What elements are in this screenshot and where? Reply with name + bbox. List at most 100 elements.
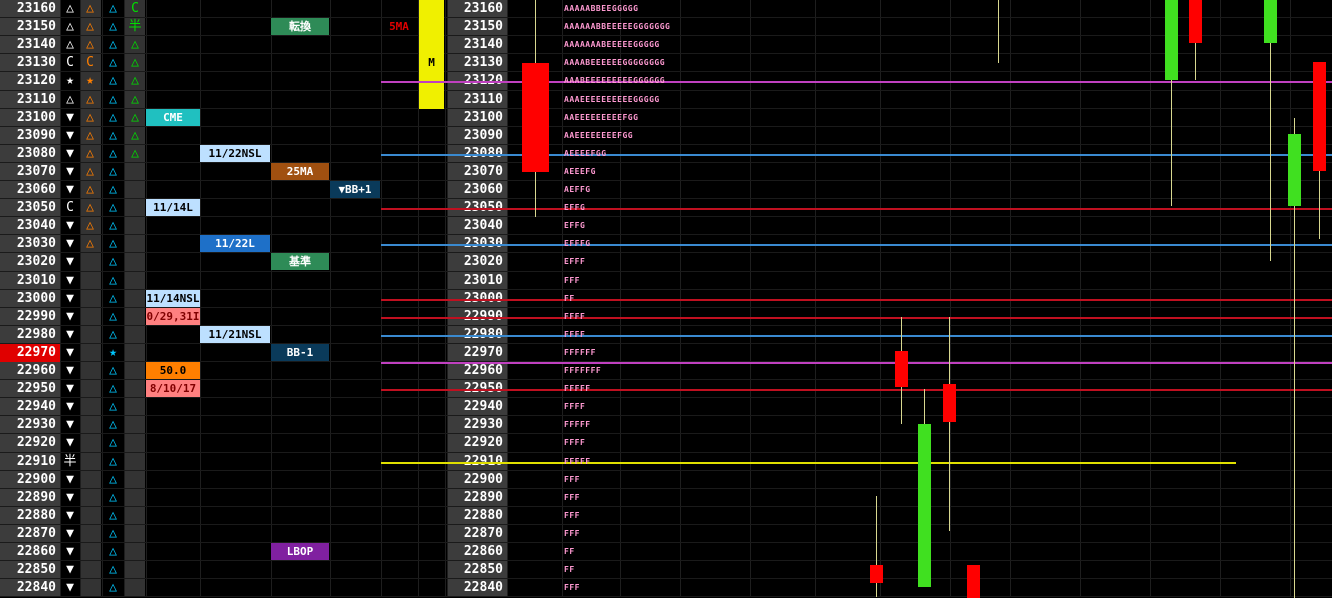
grid-row-separator: [0, 252, 1332, 253]
price-level-left[interactable]: 23020: [0, 253, 60, 271]
price-level-left[interactable]: 23010: [0, 272, 60, 290]
label-11-22nsl[interactable]: 11/22NSL: [200, 145, 270, 162]
label-25ma[interactable]: 25MA: [271, 163, 329, 180]
price-level-left[interactable]: 22840: [0, 579, 60, 597]
price-level-right[interactable]: 23060: [447, 181, 507, 199]
triangle-up-icon: △: [109, 200, 117, 215]
label-11-14l[interactable]: 11/14L: [146, 199, 200, 216]
price-level-left[interactable]: 23160: [0, 0, 60, 18]
price-level-left[interactable]: 23050: [0, 199, 60, 217]
price-level-left[interactable]: 22890: [0, 489, 60, 507]
label-kijun[interactable]: 基準: [271, 253, 329, 270]
triangle-up-icon: △: [131, 110, 139, 125]
label-bb-minus1[interactable]: BB-1: [271, 344, 329, 361]
price-level-right[interactable]: 22940: [447, 398, 507, 416]
current-price-marker[interactable]: 22970: [0, 344, 60, 362]
triangle-up-icon: △: [131, 146, 139, 161]
label-cme[interactable]: CME: [146, 109, 200, 126]
grid-row-separator: [0, 488, 1332, 489]
price-level-left[interactable]: 22960: [0, 362, 60, 380]
price-level-right[interactable]: 22900: [447, 471, 507, 489]
label-11-14nsl[interactable]: 11/14NSL: [146, 290, 200, 307]
price-level-right[interactable]: 23100: [447, 109, 507, 127]
price-level-left[interactable]: 22910: [0, 453, 60, 471]
price-level-left[interactable]: 22940: [0, 398, 60, 416]
label-11-22l[interactable]: 11/22L: [200, 235, 270, 252]
price-level-left[interactable]: 23130: [0, 54, 60, 72]
price-level-left[interactable]: 22900: [0, 471, 60, 489]
price-level-left[interactable]: 22880: [0, 507, 60, 525]
triangle-down-icon: ▼: [66, 146, 74, 161]
price-level-right[interactable]: 22880: [447, 507, 507, 525]
triangle-up-icon: △: [109, 562, 117, 577]
grid-row-separator: [0, 542, 1332, 543]
price-level-left[interactable]: 23030: [0, 235, 60, 253]
triangle-up-icon: △: [86, 146, 94, 161]
price-level-right[interactable]: 23040: [447, 217, 507, 235]
price-level-right[interactable]: 23110: [447, 91, 507, 109]
label-kanten[interactable]: 転換: [271, 18, 329, 35]
price-level-right[interactable]: 22850: [447, 561, 507, 579]
price-level-right[interactable]: 22870: [447, 525, 507, 543]
price-level-right[interactable]: 23010: [447, 272, 507, 290]
price-level-left[interactable]: 22930: [0, 416, 60, 434]
price-level-right[interactable]: 22960: [447, 362, 507, 380]
price-level-right[interactable]: 22970: [447, 344, 507, 362]
price-level-right[interactable]: 22890: [447, 489, 507, 507]
grid-row-separator: [0, 90, 1332, 91]
label-m-marker[interactable]: M: [418, 54, 445, 71]
label-lbop[interactable]: LBOP: [271, 543, 329, 560]
price-level-left[interactable]: 22990: [0, 308, 60, 326]
grid-row-separator: [0, 216, 1332, 217]
price-level-right[interactable]: 23140: [447, 36, 507, 54]
price-level-left[interactable]: 23100: [0, 109, 60, 127]
tpo-row: AAABEEEEEEEEEGGGGGG: [564, 76, 666, 85]
triangle-up-icon: △: [109, 472, 117, 487]
grid-row-separator: [0, 578, 1332, 579]
price-level-left[interactable]: 23040: [0, 217, 60, 235]
tpo-row: AAAEEEEEEEEEEGGGGG: [564, 95, 660, 104]
price-level-left[interactable]: 22920: [0, 434, 60, 452]
c-letter-icon: C: [66, 200, 74, 215]
price-level-right[interactable]: 22840: [447, 579, 507, 597]
price-level-left[interactable]: 23000: [0, 290, 60, 308]
price-level-left[interactable]: 22850: [0, 561, 60, 579]
tpo-row: AEEEEFGG: [564, 149, 607, 158]
price-level-right[interactable]: 22920: [447, 434, 507, 452]
triangle-up-icon: △: [86, 19, 94, 34]
price-level-right[interactable]: 22930: [447, 416, 507, 434]
price-level-left[interactable]: 23080: [0, 145, 60, 163]
label-29-31[interactable]: 0/29,31I: [146, 308, 200, 325]
grid-row-separator: [0, 180, 1332, 181]
price-level-left[interactable]: 23060: [0, 181, 60, 199]
price-level-left[interactable]: 23090: [0, 127, 60, 145]
price-level-left[interactable]: 23150: [0, 18, 60, 36]
price-level-left[interactable]: 22870: [0, 525, 60, 543]
star-icon: ★: [109, 345, 117, 360]
price-level-right[interactable]: 23160: [447, 0, 507, 18]
price-level-left[interactable]: 22980: [0, 326, 60, 344]
label-8-10-17[interactable]: 8/10/17: [146, 380, 200, 397]
tpo-row: FFFF: [564, 438, 586, 447]
price-level-left[interactable]: 23070: [0, 163, 60, 181]
price-level-right[interactable]: 23070: [447, 163, 507, 181]
triangle-up-icon: △: [109, 73, 117, 88]
label-11-21nsl[interactable]: 11/21NSL: [200, 326, 270, 343]
price-level-right[interactable]: 22860: [447, 543, 507, 561]
price-level-right[interactable]: 23020: [447, 253, 507, 271]
triangle-up-icon: △: [109, 309, 117, 324]
triangle-up-icon: △: [86, 182, 94, 197]
triangle-up-icon: △: [86, 164, 94, 179]
price-level-right[interactable]: 23090: [447, 127, 507, 145]
triangle-up-icon: △: [131, 128, 139, 143]
price-level-left[interactable]: 23110: [0, 91, 60, 109]
label-5ma[interactable]: 5MA: [381, 18, 417, 35]
price-level-right[interactable]: 23130: [447, 54, 507, 72]
price-level-left[interactable]: 22860: [0, 543, 60, 561]
price-level-left[interactable]: 23120: [0, 72, 60, 90]
price-level-left[interactable]: 23140: [0, 36, 60, 54]
price-level-left[interactable]: 22950: [0, 380, 60, 398]
price-level-right[interactable]: 23150: [447, 18, 507, 36]
label-50[interactable]: 50.0: [146, 362, 200, 379]
label-bb-plus1[interactable]: ▼BB+1: [330, 181, 380, 198]
